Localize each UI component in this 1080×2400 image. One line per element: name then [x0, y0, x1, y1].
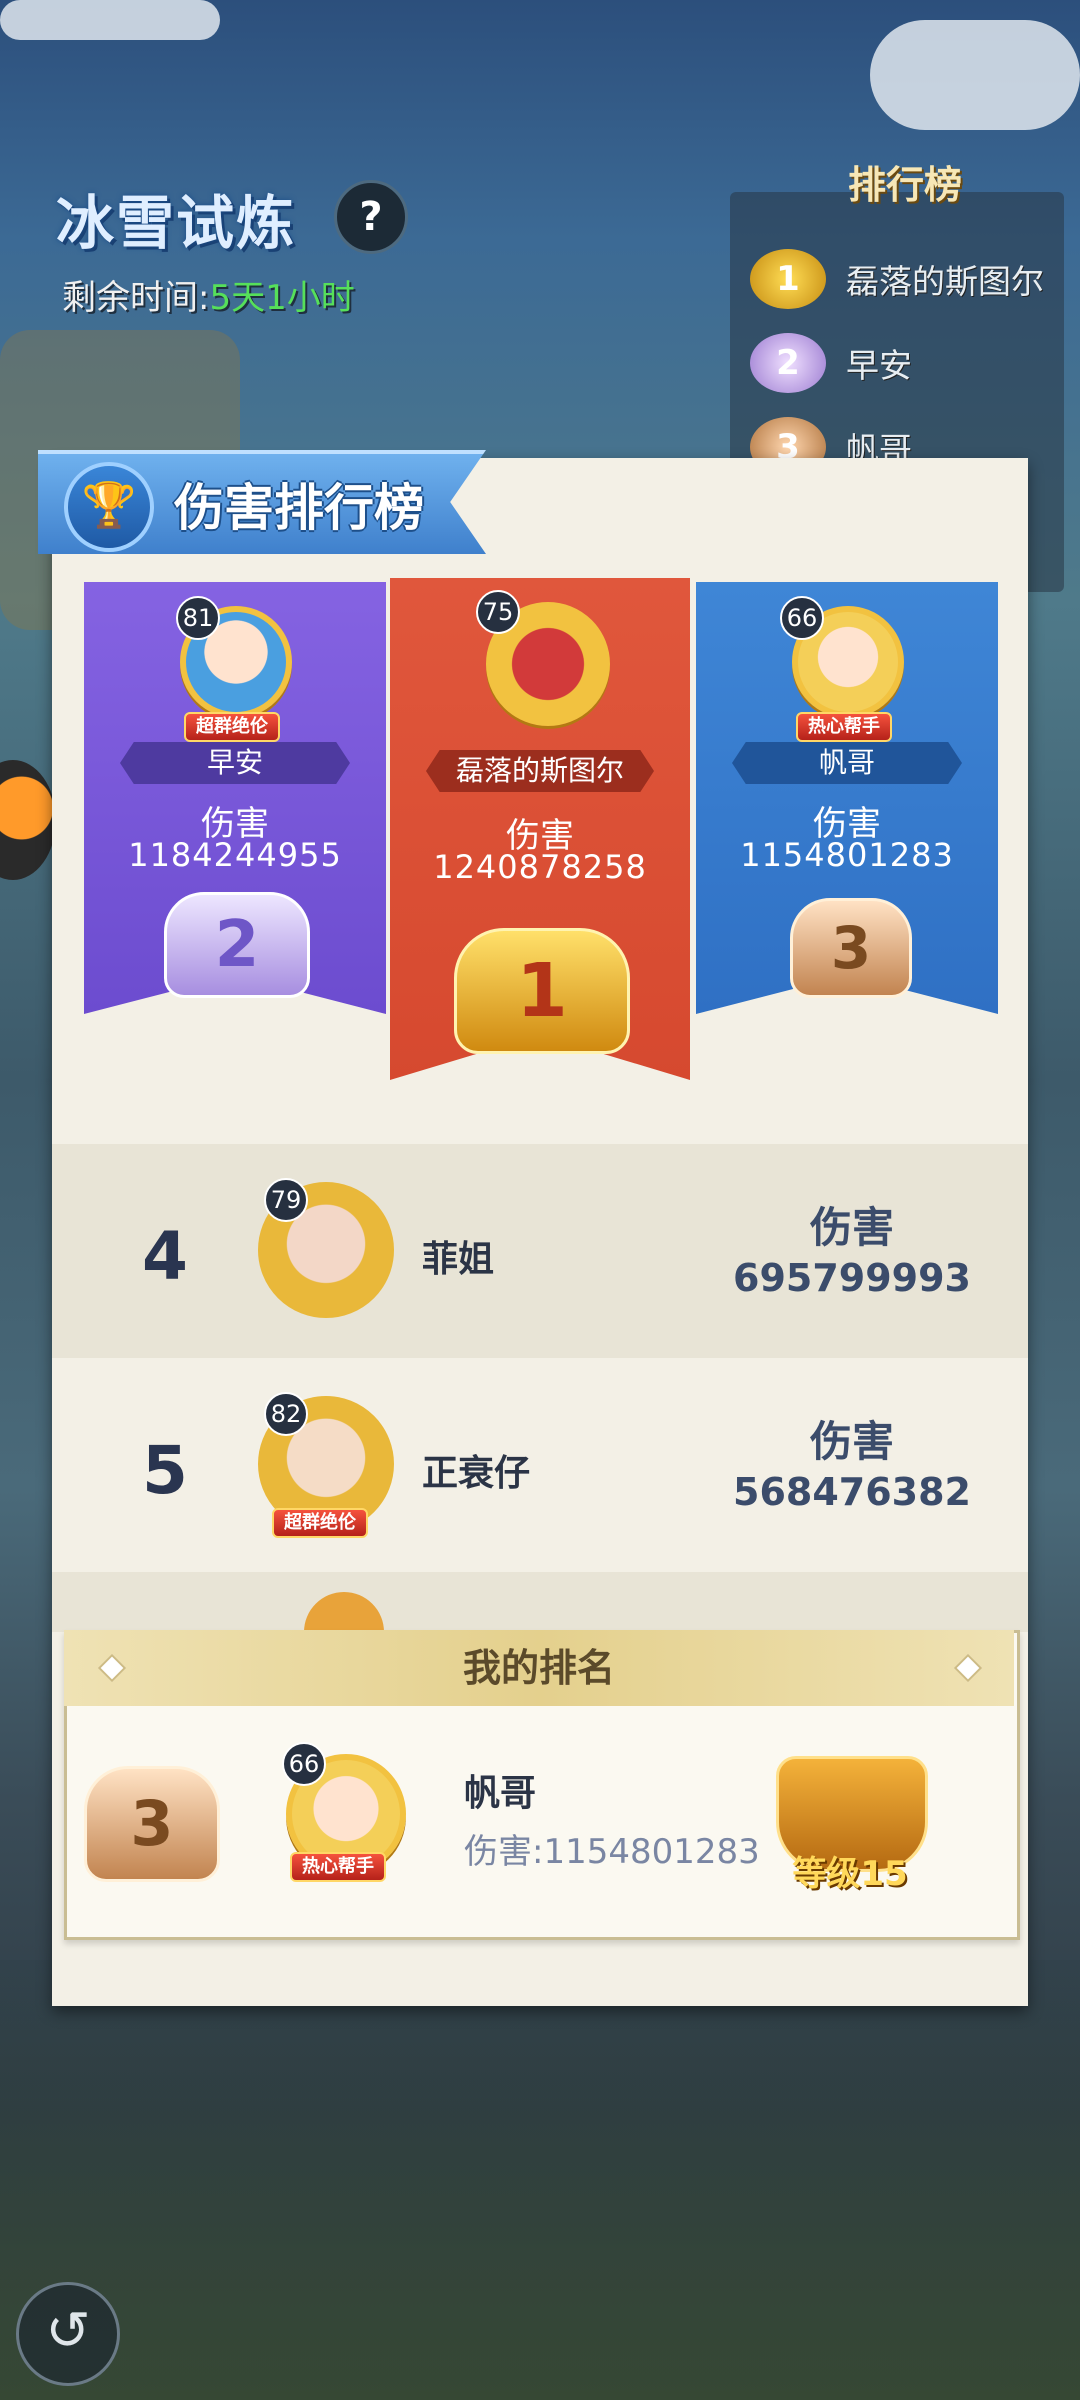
- player-name: 早安: [120, 742, 350, 784]
- player-name: 磊落的斯图尔: [426, 750, 654, 792]
- floating-pet-icon[interactable]: [0, 760, 56, 880]
- podium-rank-1[interactable]: 75 磊落的斯图尔 伤害 1240878258 1: [390, 578, 690, 1080]
- gold-crown-icon: 1: [750, 249, 826, 309]
- damage-value: 1154801283: [740, 836, 954, 874]
- my-name: 帆哥: [464, 1773, 537, 1814]
- damage-value: 1240878258: [433, 848, 647, 886]
- remaining-label: 剩余时间:: [62, 278, 210, 318]
- damage-value: 568476382: [733, 1470, 971, 1514]
- damage-label: 伤害: [809, 1417, 894, 1466]
- player-avatar: [304, 1592, 384, 1632]
- rank-number: 4: [142, 1218, 188, 1295]
- crown-rank: 1: [516, 948, 568, 1034]
- player-name: 帆哥: [732, 742, 962, 784]
- mini-rank-name: 磊落的斯图尔: [846, 262, 1044, 301]
- silver-crown-icon: 2: [750, 333, 826, 393]
- mini-rank-title: 排行榜: [847, 163, 962, 207]
- crown-rank: 3: [830, 914, 872, 982]
- level-badge: 66: [282, 1742, 326, 1786]
- level-badge: 75: [476, 590, 520, 634]
- title-tag: 热心帮手: [290, 1852, 386, 1882]
- crown-rank: 2: [214, 908, 260, 982]
- title-tag: 热心帮手: [796, 712, 892, 742]
- my-damage: 伤害:1154801283: [464, 1832, 760, 1872]
- help-icon[interactable]: ?: [334, 180, 408, 254]
- title-tag: 超群绝伦: [184, 712, 280, 742]
- damage-label: 伤害: [809, 1203, 894, 1252]
- ruins-decoration: [0, 1960, 1080, 2400]
- damage-value: 695799993: [733, 1256, 971, 1300]
- crown-rank: 3: [130, 1787, 174, 1860]
- player-name: 正衰仔: [422, 1453, 531, 1494]
- rank-number: 5: [142, 1432, 188, 1509]
- back-icon[interactable]: ↺: [16, 2282, 120, 2386]
- my-rank-title: 我的排名: [64, 1630, 1014, 1706]
- level-badge: 82: [264, 1392, 308, 1436]
- podium-rank-3[interactable]: 66 热心帮手 帆哥 伤害 1154801283 3: [696, 582, 998, 1014]
- level-badge: 79: [264, 1178, 308, 1222]
- cloud-decoration: [0, 0, 220, 40]
- trophy-icon: 🏆: [64, 462, 154, 552]
- bronze-crown-icon: 3: [84, 1766, 220, 1882]
- remaining-value: 5天1小时: [209, 278, 355, 318]
- damage-value: 1184244955: [128, 836, 342, 874]
- gold-crown-icon: 1: [454, 928, 630, 1054]
- rank-row[interactable]: 4 79 菲姐 伤害 695799993: [52, 1144, 1028, 1358]
- silver-crown-icon: 2: [164, 892, 310, 998]
- rank-row[interactable]: 5 82 超群绝伦 正衰仔 伤害 568476382: [52, 1358, 1028, 1572]
- level-badge-text: 等级15: [792, 1854, 908, 1894]
- mini-rank-item: 1 磊落的斯图尔: [750, 244, 1060, 314]
- player-name: 菲姐: [422, 1239, 495, 1280]
- mini-rank-item: 2 早安: [750, 328, 1060, 398]
- panel-title: 伤害排行榜: [174, 479, 424, 537]
- mini-rank-name: 早安: [846, 346, 912, 385]
- event-title: 冰雪试炼: [56, 189, 297, 257]
- rank-row-partial: [52, 1572, 1028, 1632]
- bronze-crown-icon: 3: [790, 898, 912, 998]
- title-tag: 超群绝伦: [272, 1508, 368, 1538]
- level-badge: 81: [176, 596, 220, 640]
- cloud-decoration: [870, 20, 1080, 130]
- podium-rank-2[interactable]: 81 超群绝伦 早安 伤害 1184244955 2: [84, 582, 386, 1014]
- remaining-time: 剩余时间:5天1小时: [62, 270, 355, 319]
- level-badge: 66: [780, 596, 824, 640]
